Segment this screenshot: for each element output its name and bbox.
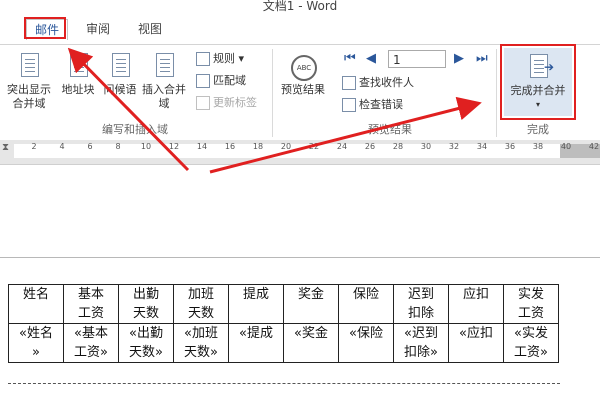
arrow-to-mailings-tab: [67, 47, 190, 172]
arrow-to-finish-merge: [209, 96, 482, 174]
annotation-arrows: [67, 47, 482, 174]
